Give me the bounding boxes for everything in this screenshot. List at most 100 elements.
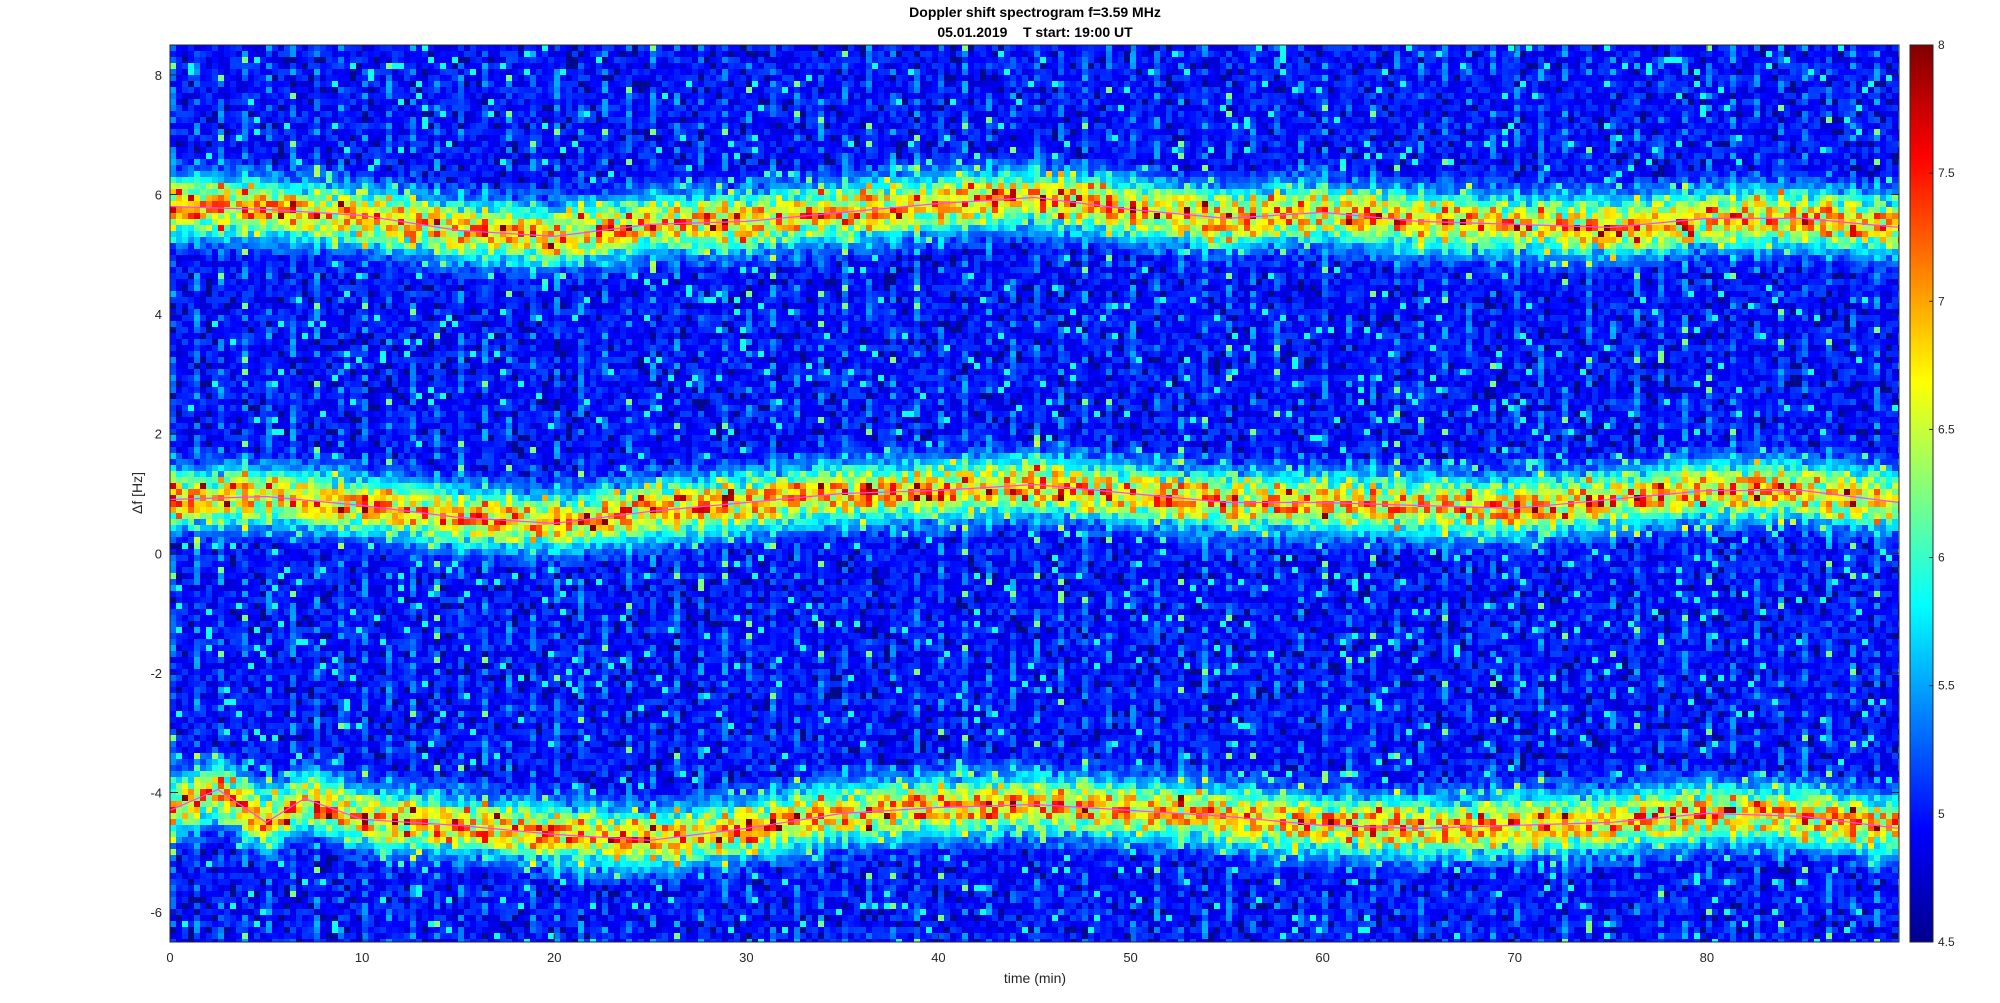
heatmap-cell [314,219,320,225]
heatmap-cell [236,831,242,837]
heatmap-cell [188,603,194,609]
heatmap-cell [212,219,218,225]
heatmap-cell [200,369,206,375]
heatmap-cell [218,885,224,891]
heatmap-cell [278,789,284,795]
heatmap-cell [182,477,188,483]
heatmap-cell [182,585,188,591]
heatmap-cell [272,477,278,483]
heatmap-cell [188,243,194,249]
heatmap-cell [362,699,368,705]
heatmap-cell [218,369,224,375]
heatmap-cell [338,405,344,411]
heatmap-cell [170,693,176,699]
heatmap-cell [218,843,224,849]
heatmap-cell [278,597,284,603]
heatmap-cell [170,915,176,921]
heatmap-cell [362,231,368,237]
heatmap-cell [176,99,182,105]
heatmap-cell [254,681,260,687]
heatmap-cell [290,255,296,261]
heatmap-cell [260,561,266,567]
heatmap-cell [212,897,218,903]
heatmap-cell [272,537,278,543]
heatmap-cell [254,699,260,705]
heatmap-cell [266,777,272,783]
heatmap-cell [296,141,302,147]
heatmap-cell [248,219,254,225]
heatmap-cell [350,789,356,795]
heatmap-cell [182,819,188,825]
heatmap-cell [218,609,224,615]
heatmap-cell [350,201,356,207]
heatmap-cell [236,879,242,885]
heatmap-cell [284,141,290,147]
heatmap-cell [254,141,260,147]
heatmap-cell [266,423,272,429]
heatmap-cell [212,375,218,381]
heatmap-cell [230,585,236,591]
heatmap-cell [194,537,200,543]
heatmap-cell [332,597,338,603]
heatmap-cell [188,831,194,837]
heatmap-cell [188,759,194,765]
heatmap-cell [266,63,272,69]
heatmap-cell [284,123,290,129]
heatmap-cell [284,375,290,381]
heatmap-cell [368,807,374,813]
heatmap-cell [278,111,284,117]
heatmap-cell [320,537,326,543]
heatmap-cell [236,921,242,927]
heatmap-cell [362,171,368,177]
heatmap-cell [332,159,338,165]
heatmap-cell [362,153,368,159]
heatmap-cell [350,123,356,129]
heatmap-cell [314,621,320,627]
heatmap-cell [236,669,242,675]
heatmap-cell [296,633,302,639]
heatmap-cell [248,447,254,453]
heatmap-cell [326,69,332,75]
heatmap-cell [332,225,338,231]
heatmap-cell [314,213,320,219]
heatmap-cell [206,507,212,513]
heatmap-cell [278,81,284,87]
heatmap-cell [368,531,374,537]
heatmap-cell [188,105,194,111]
heatmap-cell [200,813,206,819]
heatmap-cell [284,525,290,531]
heatmap-cell [320,141,326,147]
heatmap-cell [242,213,248,219]
heatmap-cell [308,219,314,225]
heatmap-cell [182,45,188,51]
heatmap-cell [332,435,338,441]
heatmap-cell [362,663,368,669]
heatmap-cell [266,807,272,813]
heatmap-cell [278,561,284,567]
heatmap-cell [194,357,200,363]
heatmap-cell [176,861,182,867]
heatmap-cell [170,573,176,579]
heatmap-cell [254,45,260,51]
heatmap-cell [374,789,380,795]
heatmap-cell [368,111,374,117]
heatmap-cell [284,675,290,681]
heatmap-cell [272,903,278,909]
heatmap-cell [206,855,212,861]
heatmap-cell [272,453,278,459]
heatmap-cell [332,267,338,273]
heatmap-cell [206,783,212,789]
heatmap-cell [368,309,374,315]
heatmap-cell [344,645,350,651]
heatmap-cell [362,99,368,105]
heatmap-cell [314,117,320,123]
heatmap-cell [344,243,350,249]
heatmap-cell [284,219,290,225]
heatmap-cell [344,591,350,597]
heatmap-cell [308,765,314,771]
heatmap-cell [320,747,326,753]
heatmap-cell [350,741,356,747]
heatmap-cell [290,771,296,777]
heatmap-cell [314,639,320,645]
heatmap-cell [230,819,236,825]
